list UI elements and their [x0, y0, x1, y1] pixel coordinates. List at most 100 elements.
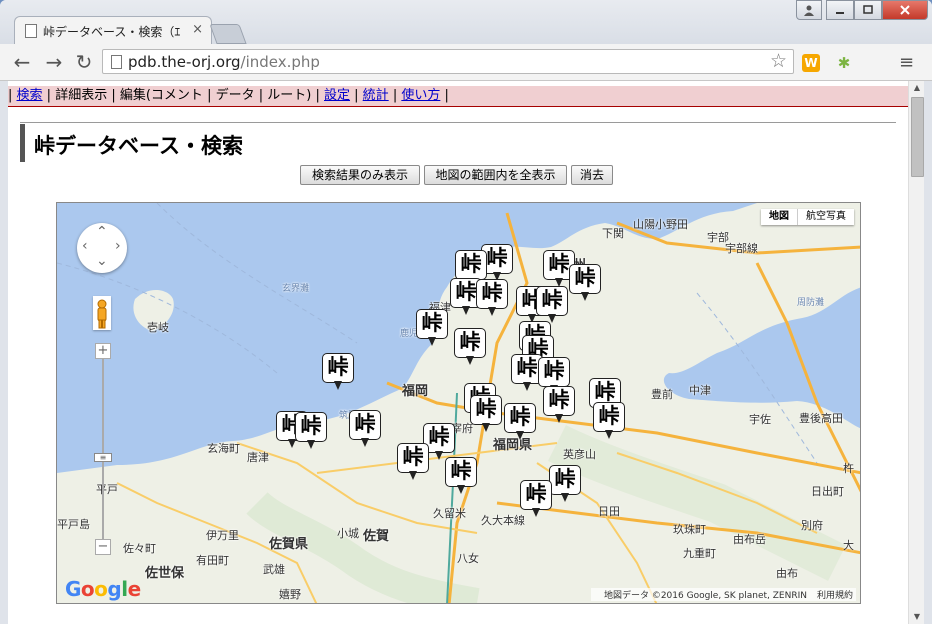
map-place-label: 宇部線: [725, 242, 758, 255]
android-extension-icon[interactable]: ✱: [835, 54, 853, 72]
map-type-map-button[interactable]: 地図: [761, 209, 798, 225]
pass-marker[interactable]: 峠: [504, 403, 536, 441]
marker-pointer: [409, 471, 417, 480]
pan-down-icon[interactable]: ⌄: [96, 253, 108, 269]
pass-marker[interactable]: 峠: [536, 286, 568, 324]
menu-separator: |: [202, 88, 216, 103]
marker-pointer: [361, 438, 369, 447]
pass-marker-label: 峠: [538, 357, 570, 387]
marker-pointer: [555, 414, 563, 423]
tab-close-icon[interactable]: ×: [192, 22, 203, 37]
forward-arrow-icon[interactable]: →: [42, 51, 66, 73]
map-place-label: 中津: [689, 384, 711, 397]
pass-marker-label: 峠: [549, 465, 581, 495]
pass-marker[interactable]: 峠: [349, 410, 381, 448]
pass-marker[interactable]: 峠: [593, 402, 625, 440]
pan-up-icon[interactable]: ⌃: [96, 224, 108, 240]
show-all-in-map-button[interactable]: 地図の範囲内を全表示: [424, 165, 567, 185]
pass-marker[interactable]: 峠: [416, 309, 448, 347]
pass-marker-label: 峠: [322, 353, 354, 383]
map-place-label: 豊前: [651, 388, 673, 401]
scrollbar-thumb[interactable]: [911, 97, 924, 177]
reload-icon[interactable]: ↻: [72, 51, 96, 73]
new-tab-button[interactable]: [209, 24, 247, 44]
menu-separator: |: [42, 88, 56, 103]
menu-item-3: データ: [215, 88, 255, 103]
marker-pointer: [428, 337, 436, 346]
pass-marker[interactable]: 峠: [322, 353, 354, 391]
user-icon[interactable]: [796, 0, 822, 20]
pass-marker[interactable]: 峠: [397, 443, 429, 481]
pass-marker[interactable]: 峠: [520, 480, 552, 518]
map-place-label: 唐津: [247, 451, 269, 464]
pan-left-icon[interactable]: ‹: [82, 238, 88, 254]
marker-pointer: [605, 430, 613, 439]
extension-w-icon[interactable]: W: [802, 54, 820, 72]
pass-marker[interactable]: 峠: [476, 279, 508, 317]
pan-control[interactable]: ⌃ ⌄ ‹ ›: [77, 223, 127, 273]
pass-marker[interactable]: 峠: [470, 395, 502, 433]
map-place-label: 有田町: [196, 554, 229, 567]
map-place-label: 九重町: [683, 547, 716, 560]
pass-marker[interactable]: 峠: [549, 465, 581, 503]
map-type-satellite-button[interactable]: 航空写真: [798, 209, 854, 225]
map-place-label: 山陽小野田: [633, 218, 688, 231]
close-window-icon[interactable]: [882, 0, 928, 20]
bookmark-star-icon[interactable]: ☆: [770, 50, 787, 72]
pass-marker-label: 峠: [504, 403, 536, 433]
map-place-label: 佐賀県: [269, 537, 309, 552]
page-icon: [111, 55, 122, 69]
url-host: pdb.the-orj.org: [128, 53, 241, 71]
pass-marker[interactable]: 峠: [569, 264, 601, 302]
zoom-out-button[interactable]: −: [95, 539, 111, 555]
menu-separator: |: [254, 88, 268, 103]
menu-separator: |: [311, 88, 324, 103]
address-bar[interactable]: pdb.the-orj.org/index.php ☆: [102, 49, 794, 74]
menu-item-7[interactable]: 使い方: [401, 88, 440, 103]
map-place-label: 平戸島: [57, 518, 90, 531]
url-text: pdb.the-orj.org/index.php: [128, 53, 320, 71]
street-view-pegman-icon[interactable]: [93, 296, 111, 330]
map-view[interactable]: 山陽小野田下関宇部宇部線北九州周防灘壱岐福津福岡豊前中津宗像宇佐豊後高田玄海町唐…: [56, 202, 861, 604]
map-place-label: 英彦山: [563, 448, 596, 461]
map-type-control: 地図 航空写真: [761, 209, 854, 225]
scroll-down-icon[interactable]: ▼: [909, 610, 925, 624]
map-place-label: 日田: [598, 505, 620, 518]
map-place-label: 別府: [801, 519, 823, 532]
zoom-slider-handle[interactable]: ≡: [94, 453, 112, 462]
map-place-label: 杵: [843, 462, 854, 475]
menu-item-0[interactable]: 検索: [17, 88, 43, 103]
back-arrow-icon[interactable]: ←: [10, 51, 34, 73]
menu-item-1: 詳細表示: [55, 88, 108, 103]
divider: [20, 122, 896, 123]
menu-separator: |: [388, 88, 402, 103]
maximize-icon[interactable]: [854, 0, 882, 20]
scroll-up-icon[interactable]: ▲: [909, 81, 925, 95]
map-place-label: 伊万里: [206, 529, 239, 542]
browser-tab[interactable]: 峠データベース・検索（ｴ ×: [14, 16, 212, 44]
vertical-scrollbar[interactable]: ▲ ▼: [908, 81, 925, 624]
pass-marker-label: 峠: [455, 250, 487, 280]
minimize-icon[interactable]: [826, 0, 854, 20]
pass-marker[interactable]: 峠: [543, 386, 575, 424]
zoom-slider-track[interactable]: [102, 358, 104, 544]
page-icon: [25, 24, 37, 38]
pass-marker[interactable]: 峠: [295, 412, 327, 450]
clear-button[interactable]: 消去: [571, 165, 613, 185]
menu-item-6[interactable]: 統計: [363, 88, 389, 103]
terms-link[interactable]: 利用規約: [817, 591, 853, 601]
pass-marker-label: 峠: [593, 402, 625, 432]
pass-marker[interactable]: 峠: [454, 328, 486, 366]
pan-right-icon[interactable]: ›: [115, 238, 121, 254]
search-results-only-button[interactable]: 検索結果のみ表示: [300, 165, 420, 185]
map-place-label: 佐々町: [123, 542, 156, 555]
zoom-in-button[interactable]: +: [95, 343, 111, 359]
hamburger-menu-icon[interactable]: ≡: [899, 52, 914, 73]
menu-item-5[interactable]: 設定: [324, 88, 350, 103]
pass-marker-label: 峠: [470, 395, 502, 425]
menu-separator: |: [350, 88, 363, 103]
marker-pointer: [334, 381, 342, 390]
pass-marker-label: 峠: [295, 412, 327, 442]
marker-pointer: [435, 451, 443, 460]
pass-marker[interactable]: 峠: [445, 457, 477, 495]
